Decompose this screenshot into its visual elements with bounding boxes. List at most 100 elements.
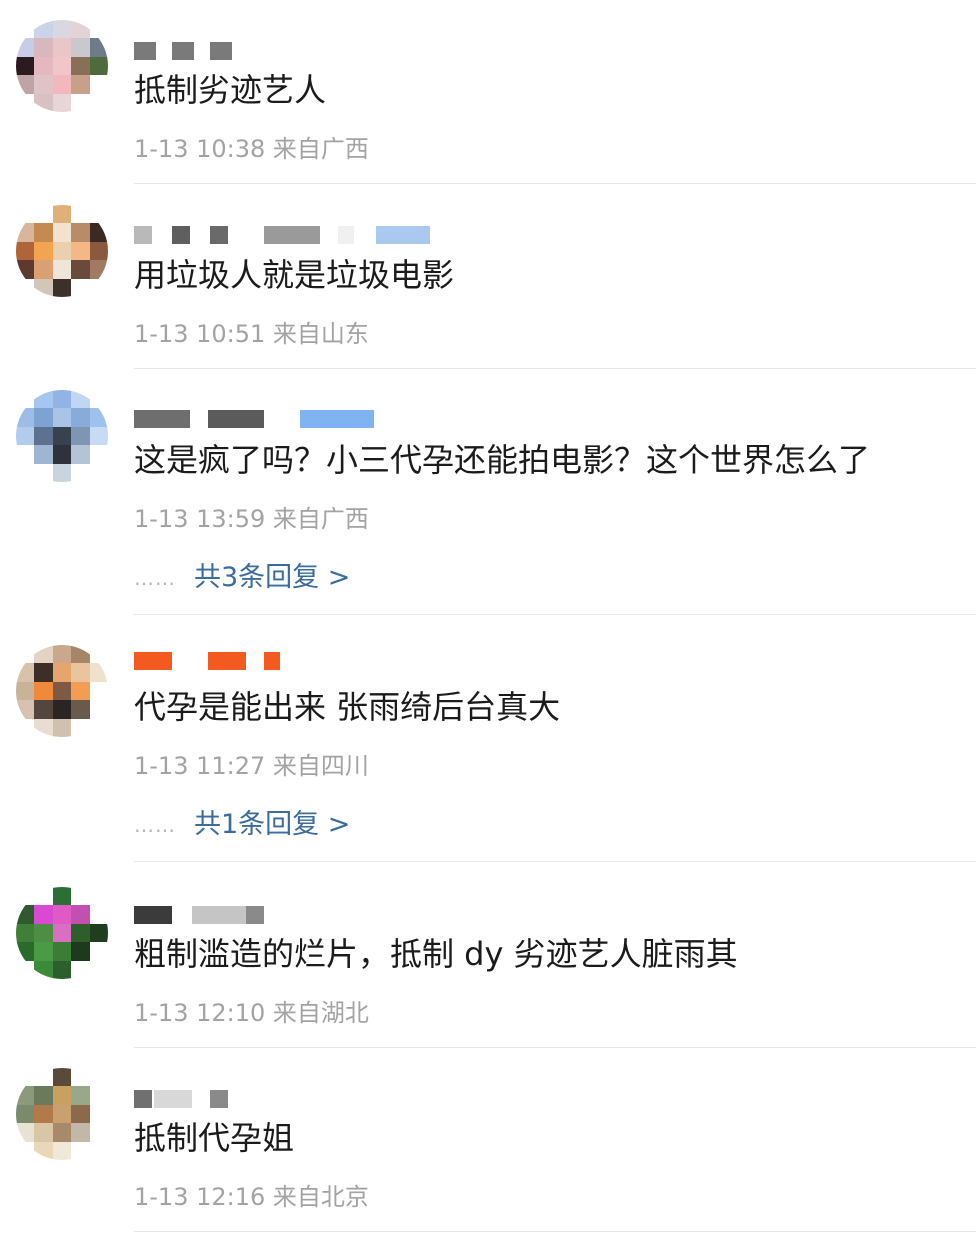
avatar-pixel xyxy=(89,56,108,76)
avatar-pixel xyxy=(52,205,72,224)
reply-count[interactable]: 共1条回复 > xyxy=(194,809,350,841)
avatar-pixel xyxy=(89,681,108,701)
avatar-pixel xyxy=(52,260,72,279)
divider xyxy=(134,1231,976,1232)
avatar-pixel xyxy=(16,942,35,961)
avatar-pixel xyxy=(89,75,108,94)
avatar-pixel xyxy=(16,1068,35,1087)
avatar-pixel xyxy=(89,1068,108,1087)
avatar[interactable] xyxy=(16,1068,108,1160)
avatar-pixel xyxy=(89,445,108,464)
avatar-pixel xyxy=(16,1086,35,1105)
avatar-pixel xyxy=(71,241,90,261)
redacted-name-block xyxy=(172,42,194,60)
avatar-pixel xyxy=(52,645,72,664)
divider xyxy=(134,183,976,184)
avatar-pixel xyxy=(71,1104,90,1124)
avatar-pixel xyxy=(34,1068,53,1087)
avatar-pixel xyxy=(89,223,108,242)
avatar-pixel xyxy=(71,663,90,682)
avatar-pixel xyxy=(89,923,108,943)
avatar-pixel xyxy=(71,923,90,943)
avatar-pixel xyxy=(89,942,108,961)
avatar-pixel xyxy=(89,20,108,39)
avatar-pixel xyxy=(16,1123,35,1142)
avatar-pixel xyxy=(89,278,108,297)
avatar-pixel xyxy=(71,1141,90,1160)
avatar-pixel xyxy=(71,20,90,39)
avatar[interactable] xyxy=(16,390,108,482)
avatar-pixel xyxy=(89,1104,108,1124)
avatar-pixel xyxy=(71,645,90,664)
avatar-pixel xyxy=(89,260,108,279)
avatar-pixel xyxy=(52,38,72,57)
avatar-pixel xyxy=(34,923,53,943)
view-replies-link[interactable]: …… 共3条回复 > xyxy=(134,562,350,594)
avatar-pixel xyxy=(34,1104,53,1124)
avatar-pixel xyxy=(52,390,72,409)
avatar[interactable] xyxy=(16,20,108,112)
avatar-pixel xyxy=(89,463,108,482)
avatar-pixel xyxy=(71,718,90,737)
avatar-pixel xyxy=(16,718,35,737)
comment-text: 用垃圾人就是垃圾电影 xyxy=(134,256,455,294)
avatar-pixel xyxy=(16,426,35,446)
redacted-name-block xyxy=(300,410,374,428)
redacted-name-block xyxy=(376,226,430,244)
avatar-pixel xyxy=(16,38,35,57)
avatar[interactable] xyxy=(16,887,108,979)
avatar-pixel xyxy=(71,426,90,446)
avatar-pixel xyxy=(16,700,35,719)
avatar-pixel xyxy=(52,20,72,39)
avatar-pixel xyxy=(52,463,72,482)
avatar-pixel xyxy=(34,960,53,979)
avatar-pixel xyxy=(34,905,53,924)
redacted-name-block xyxy=(208,410,264,428)
avatar-pixel xyxy=(34,205,53,224)
avatar-pixel xyxy=(34,75,53,94)
redacted-name-block xyxy=(210,42,232,60)
avatar-pixel xyxy=(52,223,72,242)
avatar-pixel xyxy=(16,445,35,464)
avatar-pixel xyxy=(34,426,53,446)
avatar-pixel xyxy=(16,205,35,224)
avatar-pixel xyxy=(71,463,90,482)
avatar-pixel xyxy=(16,408,35,427)
redacted-name-block xyxy=(192,906,246,924)
avatar-pixel xyxy=(16,645,35,664)
avatar-pixel xyxy=(52,905,72,924)
reply-count[interactable]: 共3条回复 > xyxy=(194,562,350,594)
avatar-pixel xyxy=(34,700,53,719)
avatar-pixel xyxy=(34,408,53,427)
avatar-pixel xyxy=(34,278,53,297)
avatar-pixel xyxy=(71,278,90,297)
avatar-pixel xyxy=(89,718,108,737)
redacted-name-block xyxy=(172,226,190,244)
avatar-pixel xyxy=(52,445,72,464)
view-replies-link[interactable]: …… 共1条回复 > xyxy=(134,809,350,841)
avatar-pixel xyxy=(89,205,108,224)
avatar-pixel xyxy=(71,942,90,961)
avatar-pixel xyxy=(89,960,108,979)
avatar-pixel xyxy=(71,75,90,94)
avatar-pixel xyxy=(89,1123,108,1142)
avatar-pixel xyxy=(34,463,53,482)
avatar-pixel xyxy=(71,260,90,279)
redacted-name-block xyxy=(338,226,354,244)
avatar-pixel xyxy=(34,223,53,242)
avatar-pixel xyxy=(16,663,35,682)
avatar-pixel xyxy=(52,278,72,297)
avatar-pixel xyxy=(71,681,90,701)
avatar[interactable] xyxy=(16,645,108,737)
avatar-pixel xyxy=(89,1086,108,1105)
avatar-pixel xyxy=(89,700,108,719)
avatar-pixel xyxy=(34,38,53,57)
avatar-pixel xyxy=(71,905,90,924)
redacted-name-block xyxy=(134,652,172,670)
avatar[interactable] xyxy=(16,205,108,297)
avatar-pixel xyxy=(52,93,72,112)
avatar-pixel xyxy=(16,960,35,979)
avatar-pixel xyxy=(16,93,35,112)
avatar-pixel xyxy=(16,923,35,943)
avatar-pixel xyxy=(71,408,90,427)
